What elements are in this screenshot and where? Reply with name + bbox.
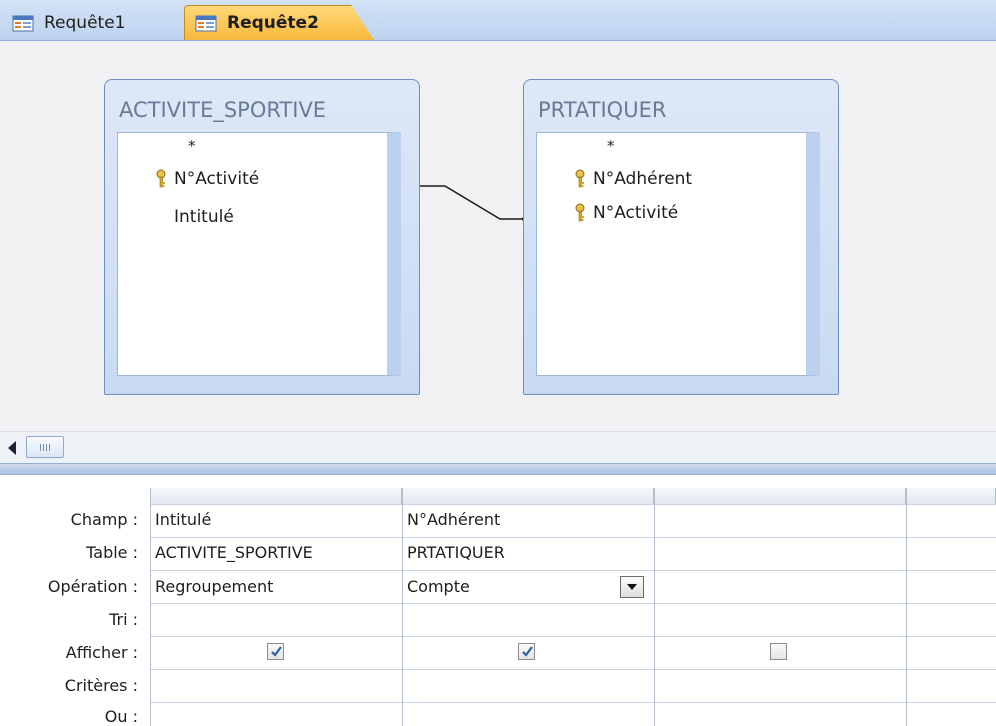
field-all[interactable]: * [607,137,615,155]
scroll-left-arrow-icon[interactable] [8,441,16,455]
row-label-champ: Champ : [70,510,138,529]
row-label-tri: Tri : [109,610,138,629]
primary-key-icon [156,169,166,188]
query-icon [195,15,217,32]
column-selector[interactable] [654,488,906,504]
column-selector[interactable] [402,488,654,504]
table-title: PRTATIQUER [538,98,667,122]
pane-splitter[interactable] [0,463,996,475]
operation-dropdown-button[interactable] [620,576,644,598]
field-n-activite[interactable]: N°Activité [573,203,678,223]
query-icon [12,15,34,31]
grid-cell-champ[interactable]: Intitulé [155,510,211,529]
scrollbar-thumb[interactable] [26,436,64,458]
tab-label: Requête2 [227,13,319,33]
show-checkbox[interactable] [267,643,284,660]
field-all[interactable]: * [188,137,196,155]
tab-label: Requête1 [44,12,126,33]
row-label-ou: Ou : [104,707,138,726]
field-intitule[interactable]: Intitulé [174,207,234,227]
table-activite-sportive[interactable]: ACTIVITE_SPORTIVE * N°Activité Intitulé [104,79,420,395]
grid-cell-table[interactable]: PRTATIQUER [407,543,505,562]
show-checkbox[interactable] [770,643,787,660]
grid-cell-table[interactable]: ACTIVITE_SPORTIVE [155,543,313,562]
field-n-adherent[interactable]: N°Adhérent [573,169,692,189]
tab-requete1[interactable]: Requête1 [2,5,198,40]
grid-cell-operation[interactable]: Compte [407,577,470,596]
design-horizontal-scrollbar[interactable] [0,431,996,464]
field-list[interactable]: * N°Activité Intitulé [117,132,401,376]
grid-row-labels: Champ : Table : Opération : Tri : Affich… [0,475,150,726]
table-title: ACTIVITE_SPORTIVE [119,98,327,122]
field-list[interactable]: * N°Adhérent N°Activité [536,132,820,376]
row-label-table: Table : [86,543,138,562]
tab-requete2[interactable]: Requête2 [184,5,374,40]
table-prtatiquer[interactable]: PRTATIQUER * N°Adhérent N°Activité [523,79,839,395]
show-checkbox[interactable] [518,643,535,660]
checkmark-icon [271,646,282,657]
column-selector[interactable] [150,488,402,504]
query-grid: Champ : Table : Opération : Tri : Affich… [0,475,996,726]
row-label-afficher: Afficher : [65,643,138,662]
query-design-area[interactable]: ACTIVITE_SPORTIVE * N°Activité Intitulé … [0,41,996,431]
checkmark-icon [522,646,533,657]
row-label-operation: Opération : [47,577,138,596]
primary-key-icon [575,169,585,188]
grid-cell-champ[interactable]: N°Adhérent [407,510,500,529]
column-selector[interactable] [906,488,996,504]
row-label-criteres: Critères : [64,676,138,695]
grid-columns: Intitulé ACTIVITE_SPORTIVE Regroupement … [150,488,996,726]
primary-key-icon [575,203,585,222]
document-tab-bar: Requête1 Requête2 [0,0,996,41]
field-n-activite[interactable]: N°Activité [154,169,259,189]
grid-cell-operation[interactable]: Regroupement [155,577,273,596]
